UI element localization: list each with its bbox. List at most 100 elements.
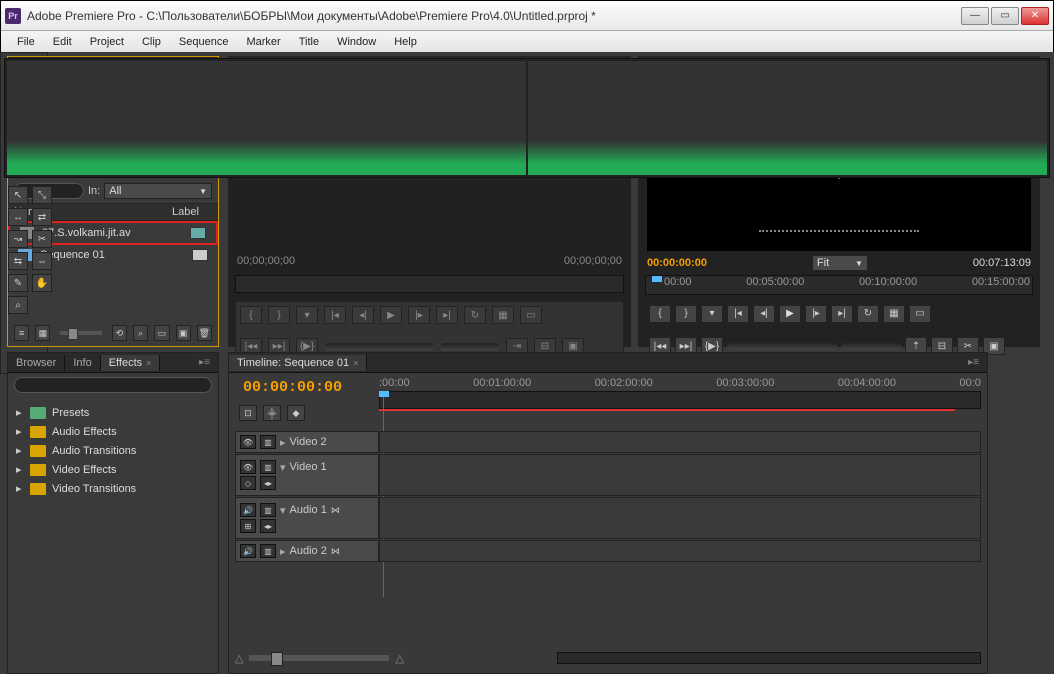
timeline-ruler[interactable]: :00:00 00:01:00:00 00:02:00:00 00:03:00:… — [379, 377, 981, 411]
pen-tool-icon[interactable]: ✎ — [8, 274, 28, 292]
marker-icon[interactable]: ◆ — [287, 405, 305, 421]
zoom-out-icon[interactable]: △ — [235, 652, 243, 665]
panel-menu-icon[interactable]: ▸≡ — [964, 357, 983, 368]
col-label[interactable]: Label — [172, 206, 212, 218]
rate-tool-icon[interactable]: ↝ — [8, 230, 28, 248]
eye-icon[interactable]: 👁 — [240, 435, 256, 449]
fx-folder-video-transitions[interactable]: ▸Video Transitions — [14, 479, 212, 498]
keyframe-icon[interactable]: ◇ — [240, 476, 256, 490]
output-icon[interactable]: ▭ — [520, 306, 542, 324]
list-view-icon[interactable]: ≡ — [14, 325, 29, 341]
goto-in-icon[interactable]: |◂ — [727, 305, 749, 323]
new-bin-icon[interactable]: ▭ — [154, 325, 169, 341]
tab-browser[interactable]: Browser — [8, 355, 65, 371]
close-button[interactable]: ✕ — [1021, 7, 1049, 25]
fx-folder-presets[interactable]: ▸Presets — [14, 403, 212, 422]
track-video1[interactable]: 👁▥▾Video 1 ◇◂▸ — [235, 454, 981, 496]
source-ruler[interactable] — [235, 275, 624, 293]
auto-match-icon[interactable]: ⟲ — [112, 325, 127, 341]
menu-window[interactable]: Window — [329, 34, 384, 50]
track-lane[interactable] — [379, 540, 981, 562]
tab-close-icon[interactable]: × — [146, 358, 151, 368]
track-video2[interactable]: 👁▥▸Video 2 — [235, 431, 981, 453]
tab-effects[interactable]: Effects× — [101, 355, 161, 371]
tab-timeline[interactable]: Timeline: Sequence 01× — [229, 355, 367, 371]
hand-tool-icon[interactable]: ✋ — [32, 274, 52, 292]
zoom-dropdown[interactable]: Fit▼ — [812, 255, 868, 271]
menu-title[interactable]: Title — [291, 34, 327, 50]
menu-sequence[interactable]: Sequence — [171, 34, 237, 50]
loop-icon[interactable]: ↻ — [464, 306, 486, 324]
jog-wheel[interactable] — [841, 342, 901, 350]
goto-out-icon[interactable]: ▸| — [436, 306, 458, 324]
lock-icon[interactable]: ▥ — [260, 435, 276, 449]
track-opt-icon[interactable]: ◂▸ — [260, 519, 276, 533]
new-item-icon[interactable]: ▣ — [176, 325, 191, 341]
label-swatch[interactable] — [192, 249, 208, 261]
find-icon[interactable]: ⌕ — [133, 325, 148, 341]
mark-in-icon[interactable]: { — [240, 306, 262, 324]
speaker-icon[interactable]: 🔊 — [240, 503, 256, 517]
delete-icon[interactable]: 🗑 — [197, 325, 212, 341]
label-swatch[interactable] — [190, 227, 206, 239]
menu-help[interactable]: Help — [386, 34, 425, 50]
eye-icon[interactable]: 👁 — [240, 460, 256, 474]
selection-tool-icon[interactable]: ↖ — [8, 186, 28, 204]
track-select-tool-icon[interactable]: ⤡ — [32, 186, 52, 204]
zoom-tool-icon[interactable]: ⌕ — [8, 296, 28, 314]
step-fwd-icon[interactable]: |▸ — [805, 305, 827, 323]
nest-icon[interactable]: ⊡ — [239, 405, 257, 421]
play-icon[interactable]: ▶ — [380, 306, 402, 324]
timeline-scrollbar[interactable] — [557, 652, 981, 664]
zoom-in-icon[interactable]: △ — [395, 652, 403, 665]
lock-icon[interactable]: ▥ — [260, 544, 276, 558]
output-icon[interactable]: ▭ — [909, 305, 931, 323]
track-audio2[interactable]: 🔊▥▸Audio 2⋈ — [235, 540, 981, 562]
step-back-icon[interactable]: ◂| — [753, 305, 775, 323]
effects-search-input[interactable] — [14, 377, 212, 393]
shuttle-slider[interactable] — [727, 342, 837, 350]
playhead-icon[interactable] — [652, 276, 662, 294]
mark-in-icon[interactable]: { — [649, 305, 671, 323]
mark-out-icon[interactable]: } — [675, 305, 697, 323]
razor-tool-icon[interactable]: ✂ — [32, 230, 52, 248]
fx-folder-audio-transitions[interactable]: ▸Audio Transitions — [14, 441, 212, 460]
goto-in-icon[interactable]: |◂ — [324, 306, 346, 324]
menu-edit[interactable]: Edit — [45, 34, 80, 50]
program-tc-current[interactable]: 00:00:00:00 — [647, 257, 707, 269]
timeline-tc[interactable]: 00:00:00:00 — [243, 379, 342, 396]
track-audio1[interactable]: 🔊▥▾Audio 1⋈ ⊞◂▸ — [235, 497, 981, 539]
safe-margin-icon[interactable]: ▦ — [883, 305, 905, 323]
loop-icon[interactable]: ↻ — [857, 305, 879, 323]
track-lane[interactable] — [379, 497, 981, 539]
fx-folder-video-effects[interactable]: ▸Video Effects — [14, 460, 212, 479]
menu-clip[interactable]: Clip — [134, 34, 169, 50]
set-marker-icon[interactable]: ▾ — [701, 305, 723, 323]
zoom-slider[interactable] — [249, 655, 389, 661]
in-dropdown[interactable]: All▼ — [104, 183, 212, 199]
tab-info[interactable]: Info — [65, 355, 100, 371]
safe-margin-icon[interactable]: ▦ — [492, 306, 514, 324]
goto-out-icon[interactable]: ▸| — [831, 305, 853, 323]
lock-icon[interactable]: ▥ — [260, 503, 276, 517]
program-ruler[interactable]: 00:00 00:05:00:00 00:10:00:00 00:15:00:0… — [645, 275, 1033, 295]
maximize-button[interactable]: ▭ — [991, 7, 1019, 25]
speaker-icon[interactable]: 🔊 — [240, 544, 256, 558]
ripple-tool-icon[interactable]: ↔ — [8, 208, 28, 226]
icon-view-icon[interactable]: ▦ — [35, 325, 50, 341]
track-lane[interactable] — [379, 431, 981, 453]
playhead-icon[interactable] — [379, 391, 389, 409]
thumb-size-slider[interactable] — [60, 331, 101, 335]
panel-menu-icon[interactable]: ▸≡ — [195, 357, 214, 368]
slide-tool-icon[interactable]: ⇔ — [32, 252, 52, 270]
lock-icon[interactable]: ▥ — [260, 460, 276, 474]
rolling-tool-icon[interactable]: ⇄ — [32, 208, 52, 226]
menu-file[interactable]: File — [9, 34, 43, 50]
mark-out-icon[interactable]: } — [268, 306, 290, 324]
track-opt-icon[interactable]: ◂▸ — [260, 476, 276, 490]
source-tc-in[interactable]: 00;00;00;00 — [237, 255, 295, 267]
jog-wheel[interactable] — [440, 343, 500, 351]
tab-close-icon[interactable]: × — [353, 358, 358, 368]
keyframe-icon[interactable]: ⊞ — [240, 519, 256, 533]
fx-folder-audio-effects[interactable]: ▸Audio Effects — [14, 422, 212, 441]
